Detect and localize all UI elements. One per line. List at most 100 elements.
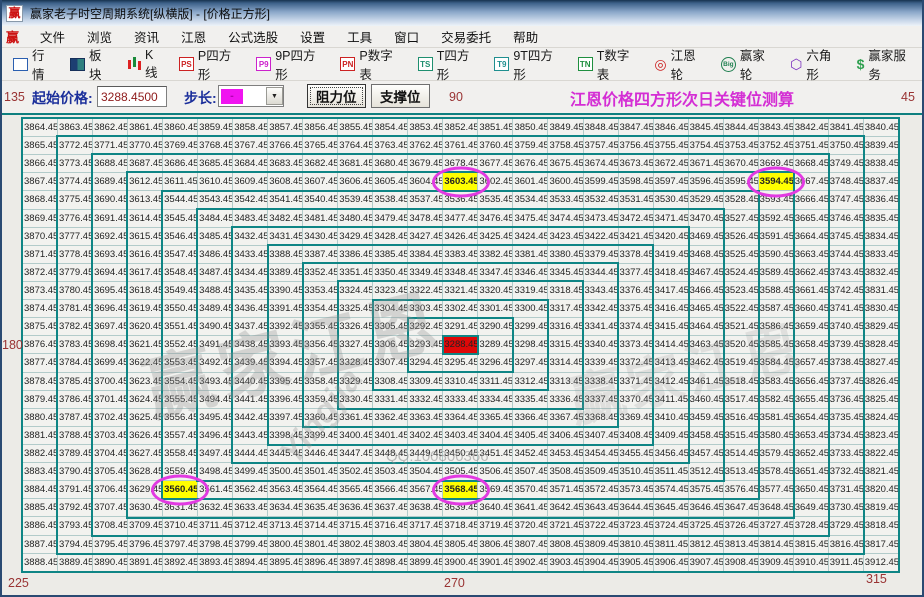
- price-cell: 3432.45: [232, 226, 269, 246]
- price-cell: 3350.45: [372, 262, 409, 282]
- price-cell: 3327.45: [337, 335, 374, 355]
- price-cell: 3720.45: [512, 516, 549, 536]
- toolbar-button-P数字表[interactable]: PN P数字表: [333, 42, 410, 86]
- price-cell: 3397.45: [267, 407, 304, 427]
- chevron-down-icon[interactable]: ▼: [266, 87, 283, 105]
- price-cell: 3689.45: [92, 172, 129, 192]
- price-cell: 3808.45: [547, 534, 584, 554]
- price-cell: 3648.45: [757, 498, 794, 518]
- toolbar-label: P四方形: [197, 49, 232, 82]
- price-cell: 3534.45: [512, 190, 549, 210]
- key-level-cell[interactable]: 3603.45: [442, 172, 479, 192]
- step-select[interactable]: - ▼: [218, 85, 284, 107]
- price-cell: 3578.45: [757, 462, 794, 482]
- price-cell: 3709.45: [127, 516, 164, 536]
- price-cell: 3723.45: [617, 516, 654, 536]
- center-price-cell[interactable]: 3288.45: [442, 335, 479, 355]
- price-cell: 3825.45: [862, 389, 900, 409]
- price-cell: 3506.45: [477, 462, 514, 482]
- price-cell: 3881.45: [21, 425, 59, 445]
- price-cell: 3584.45: [757, 353, 794, 373]
- price-cell: 3636.45: [337, 498, 374, 518]
- price-cell: 3598.45: [617, 172, 654, 192]
- price-cell: 3471.45: [652, 208, 689, 228]
- price-cell: 3730.45: [827, 498, 864, 518]
- price-cell: 3749.45: [827, 154, 864, 174]
- key-level-cell[interactable]: 3568.45: [442, 480, 479, 500]
- price-cell: 3667.45: [792, 172, 829, 192]
- price-cell: 3626.45: [127, 425, 164, 445]
- price-cell: 3826.45: [862, 371, 900, 391]
- price-cell: 3857.45: [267, 117, 304, 138]
- support-button[interactable]: 支撑位: [371, 84, 430, 108]
- toolbar-button-9T四方形[interactable]: T9 9T四方形: [487, 42, 570, 86]
- price-cell: 3291.45: [442, 317, 479, 337]
- price-cell: 3602.45: [477, 172, 514, 192]
- key-level-cell[interactable]: 3594.45: [757, 172, 794, 192]
- resistance-button[interactable]: 阻力位: [307, 84, 366, 108]
- price-cell: 3371.45: [617, 371, 654, 391]
- price-cell: 3684.45: [232, 154, 269, 174]
- price-cell: 3849.45: [547, 117, 584, 138]
- price-cell: 3375.45: [617, 299, 654, 319]
- start-price-input[interactable]: [97, 86, 167, 107]
- price-cell: 3813.45: [722, 534, 759, 554]
- price-cell: 3802.45: [337, 534, 374, 554]
- price-cell: 3449.45: [407, 443, 444, 464]
- toolbar-button-P四方形[interactable]: PS P四方形: [172, 42, 249, 86]
- price-cell: 3551.45: [162, 317, 199, 337]
- price-cell: 3589.45: [757, 262, 794, 282]
- toolbar-button-行情[interactable]: 行情: [6, 42, 63, 86]
- price-cell: 3296.45: [477, 353, 514, 373]
- price-cell: 3562.45: [232, 480, 269, 500]
- price-cell: 3657.45: [792, 353, 829, 373]
- toolbar-button-9P四方形[interactable]: P9 9P四方形: [249, 42, 333, 86]
- price-cell: 3876.45: [21, 335, 59, 355]
- price-cell: 3711.45: [197, 516, 234, 536]
- price-cell: 3837.45: [862, 172, 900, 192]
- price-cell: 3669.45: [757, 154, 794, 174]
- price-cell: 3542.45: [232, 190, 269, 210]
- toolbar-button-赢家服务[interactable]: $ 赢家服务: [850, 42, 924, 86]
- key-level-cell[interactable]: 3560.45: [162, 480, 199, 500]
- toolbar-button-六角形[interactable]: ⬡ 六角形: [783, 42, 850, 86]
- toolbar-button-K线[interactable]: K线: [120, 45, 172, 84]
- price-cell: 3880.45: [21, 407, 59, 427]
- tn-box-icon: TN: [577, 57, 593, 71]
- price-cell: 3892.45: [162, 552, 199, 573]
- price-cell: 3649.45: [792, 498, 829, 518]
- price-cell: 3380.45: [547, 244, 584, 264]
- price-cell: 3871.45: [21, 244, 59, 264]
- toolbar-button-江恩轮[interactable]: ◎ 江恩轮: [647, 42, 713, 86]
- price-cell: 3543.45: [197, 190, 234, 210]
- price-cell: 3663.45: [792, 244, 829, 264]
- price-cell: 3564.45: [302, 480, 339, 500]
- price-cell: 3638.45: [407, 498, 444, 518]
- price-cell: 3708.45: [92, 516, 129, 536]
- price-cell: 3308.45: [372, 371, 409, 391]
- toolbar-button-板块[interactable]: 板块: [63, 42, 120, 86]
- price-cell: 3830.45: [862, 299, 900, 319]
- price-cell: 3897.45: [337, 552, 374, 573]
- price-cell: 3439.45: [232, 353, 269, 373]
- price-cell: 3583.45: [757, 371, 794, 391]
- price-cell: 3577.45: [757, 480, 794, 500]
- price-cell: 3498.45: [197, 462, 234, 482]
- toolbar-button-T数字表[interactable]: TN T数字表: [571, 42, 648, 86]
- start-price-label: 起始价格:: [32, 90, 93, 106]
- price-cell: 3646.45: [687, 498, 724, 518]
- price-cell: 3529.45: [687, 190, 724, 210]
- price-cell: 3391.45: [267, 299, 304, 319]
- price-cell: 3652.45: [792, 443, 829, 464]
- price-cell: 3856.45: [302, 117, 339, 138]
- price-cell: 3673.45: [617, 154, 654, 174]
- toolbar-button-T四方形[interactable]: TS T四方形: [411, 42, 488, 86]
- price-cell: 3764.45: [337, 136, 374, 156]
- toolbar-button-赢家轮[interactable]: Big 赢家轮: [714, 42, 783, 86]
- price-cell: 3358.45: [302, 371, 339, 391]
- price-cell: 3686.45: [162, 154, 199, 174]
- price-cell: 3619.45: [127, 299, 164, 319]
- price-cell: 3894.45: [232, 552, 269, 573]
- price-cell: 3742.45: [827, 280, 864, 301]
- price-cell: 3732.45: [827, 462, 864, 482]
